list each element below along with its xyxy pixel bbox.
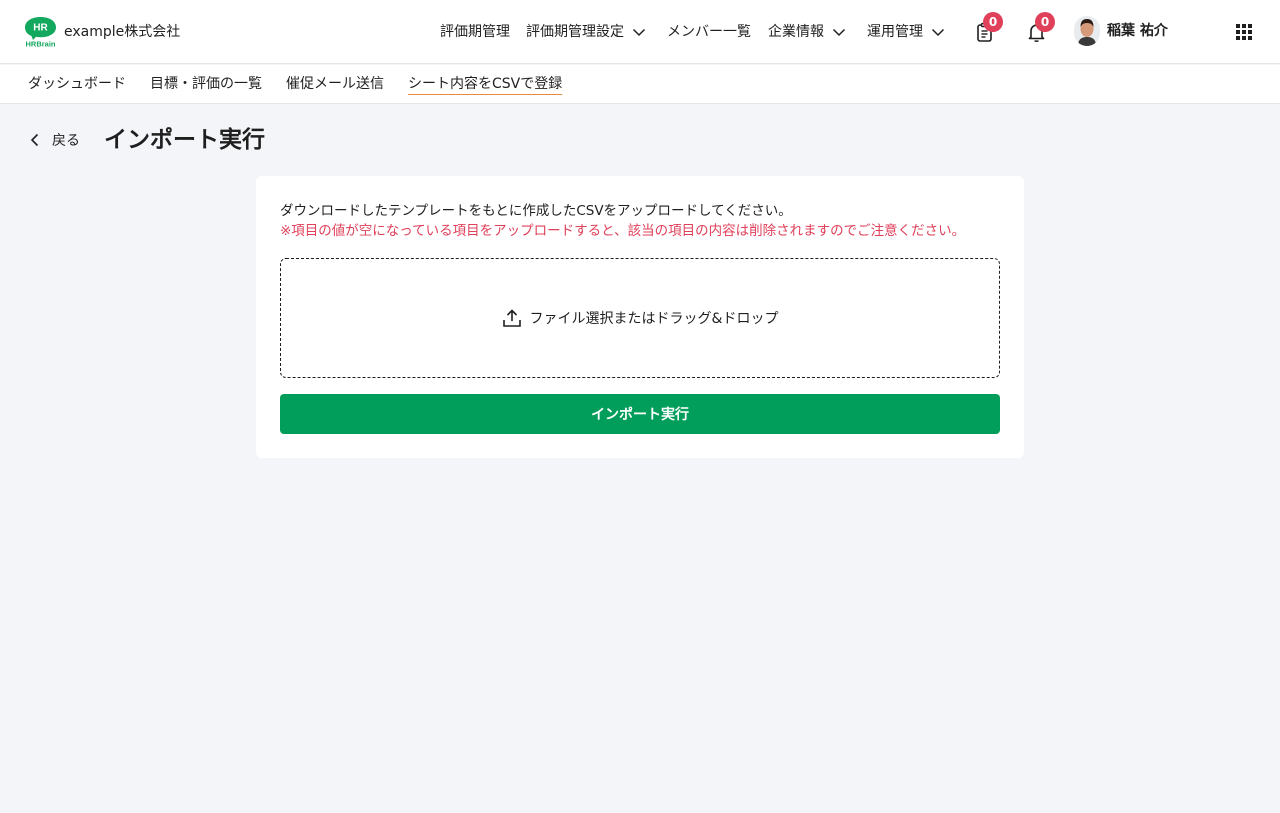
app-switcher-button[interactable] [1236,24,1252,40]
nav-evaluation-period[interactable]: 評価期管理 [440,20,510,44]
chevron-down-icon [931,28,945,37]
hrbrain-logo[interactable]: HR HRBrain [24,15,57,49]
nav-operations[interactable]: 運用管理 [867,20,945,44]
nav-label: メンバー一覧 [667,24,751,40]
notifications-button[interactable]: 0 [1025,12,1055,44]
tasks-count-badge: 0 [983,12,1003,32]
page-title: インポート実行 [104,127,265,153]
svg-text:HR: HR [33,23,48,34]
file-dropzone[interactable]: ファイル選択またはドラッグ&ドロップ [280,258,1000,378]
nav-label: 評価期管理 [440,24,510,40]
dropzone-label: ファイル選択またはドラッグ&ドロップ [529,311,779,327]
nav-member-list[interactable]: メンバー一覧 [667,20,751,44]
subnav-dashboard[interactable]: ダッシュボード [28,74,126,94]
import-card: ダウンロードしたテンプレートをもとに作成したCSVをアップロードしてください。 … [256,176,1024,458]
user-name[interactable]: 稲葉 祐介 [1107,20,1168,42]
subnav-reminder-mail[interactable]: 催促メール送信 [286,74,384,94]
instructions-text: ダウンロードしたテンプレートをもとに作成したCSVをアップロードしてください。 [280,203,792,219]
sub-navigation: ダッシュボード 目標・評価の一覧 催促メール送信 シート内容をCSVで登録 [0,65,1280,104]
upload-icon [502,309,521,327]
apps-grid-icon [1236,24,1252,40]
company-name: example株式会社 [64,24,181,40]
nav-label: 評価期管理設定 [526,24,624,40]
top-header: HR HRBrain example株式会社 評価期管理 評価期管理設定 メンバ… [0,0,1280,64]
warning-text: ※項目の値が空になっている項目をアップロードすると、該当の項目の内容は削除されま… [280,223,966,239]
nav-company-info[interactable]: 企業情報 [768,20,846,44]
subnav-goals-evaluations[interactable]: 目標・評価の一覧 [150,74,262,94]
back-label: 戻る [52,133,80,149]
nav-evaluation-settings[interactable]: 評価期管理設定 [526,20,646,44]
back-button[interactable]: 戻る [28,129,80,151]
import-submit-button[interactable]: インポート実行 [280,394,1000,434]
tasks-button[interactable]: 0 [973,12,1003,44]
subnav-csv-import[interactable]: シート内容をCSVで登録 [408,74,563,95]
dropzone-content: ファイル選択またはドラッグ&ドロップ [502,308,779,328]
nav-label: 運用管理 [867,24,923,40]
notifications-count-badge: 0 [1035,12,1055,32]
chevron-down-icon [632,28,646,37]
chevron-left-icon [30,133,39,147]
svg-text:HRBrain: HRBrain [25,40,55,49]
chevron-down-icon [832,28,846,37]
avatar[interactable] [1074,16,1100,46]
nav-label: 企業情報 [768,24,824,40]
